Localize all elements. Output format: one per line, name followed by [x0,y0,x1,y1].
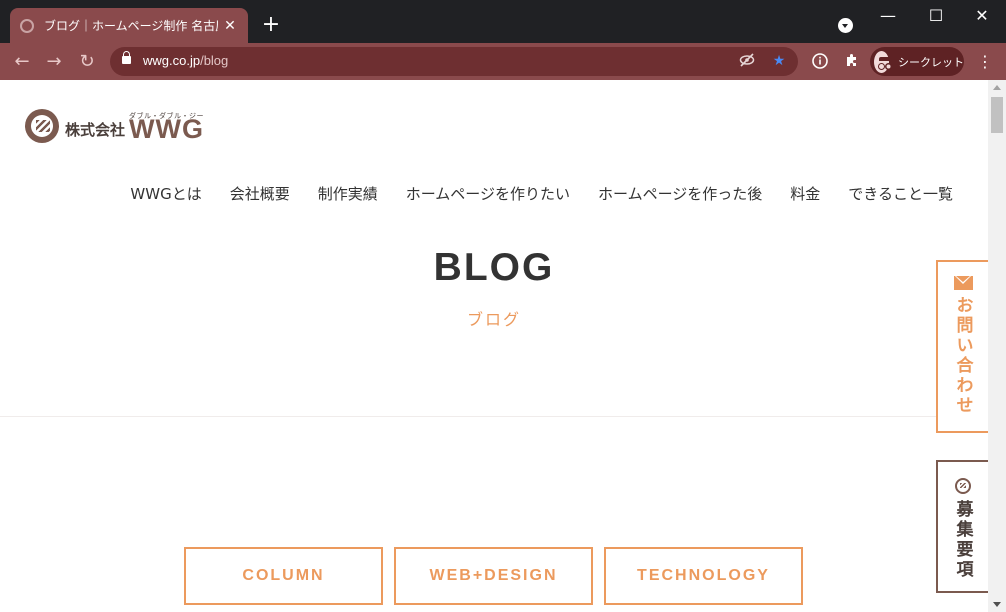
contact-side-tab[interactable]: お問い合わせ [936,260,988,433]
category-technology-button[interactable]: TECHNOLOGY [604,547,803,605]
back-icon[interactable]: ← [10,50,34,74]
url-host: wwg.co.jp [143,53,201,68]
browser-toolbar: ← → ↻ wwg.co.jp/blog ★ シークレット ⋮ [0,43,1006,80]
logo-company: 株式会社 [65,121,126,139]
scroll-down-icon[interactable] [988,598,1006,610]
info-icon[interactable] [810,52,830,72]
address-bar[interactable]: wwg.co.jp/blog ★ [110,47,798,76]
forward-icon[interactable]: → [42,50,66,74]
new-tab-button[interactable]: + [259,13,283,37]
nav-item-want-homepage[interactable]: ホームページを作りたい [406,183,570,204]
logo-ruby: ダブル・ダブル・ジー [129,113,205,120]
incognito-label: シークレット [898,55,964,69]
nav-item-company[interactable]: 会社概要 [230,183,290,204]
recruit-side-tab[interactable]: 募集要項 [936,460,988,593]
nav-item-about[interactable]: WWGとは [130,183,201,204]
tab-title: ブログ｜ホームページ制作 名古屋 愛 [44,19,218,33]
tab-search-icon[interactable] [838,18,853,33]
recruit-logo-icon [955,478,971,494]
maximize-button[interactable]: ☐ [921,4,951,28]
url-path: /blog [200,53,229,68]
minimize-button[interactable]: — [873,4,903,28]
logo-wordmark: ダブル・ダブル・ジー WWG [129,113,204,143]
reload-icon[interactable]: ↻ [75,50,99,74]
window-close-button[interactable]: ✕ [967,4,997,28]
url-text[interactable]: wwg.co.jp/blog [143,53,228,68]
eye-off-icon[interactable] [738,52,756,70]
page-title: BLOG [433,246,555,289]
page-scrollbar[interactable] [988,80,1006,612]
nav-item-services[interactable]: できること一覧 [848,183,953,204]
incognito-indicator[interactable]: シークレット [870,47,964,76]
page-viewport: 株式会社 ダブル・ダブル・ジー WWG WWGとは 会社概要 制作実績 ホームペ… [0,80,988,612]
tab-close-button[interactable]: ✕ [222,18,238,34]
recruit-label: 募集要項 [952,500,973,580]
divider [0,416,988,417]
category-buttons: COLUMN WEB+DESIGN TECHNOLOGY [184,547,803,605]
extensions-icon[interactable] [842,52,862,72]
page-subtitle: ブログ [466,310,521,329]
logo-mark-icon [25,109,59,143]
scroll-up-icon[interactable] [988,82,1006,94]
incognito-icon [874,50,891,73]
category-web-design-button[interactable]: WEB+DESIGN [394,547,593,605]
nav-item-after-homepage[interactable]: ホームページを作った後 [598,183,762,204]
mail-icon [953,276,973,290]
site-logo[interactable]: 株式会社 ダブル・ダブル・ジー WWG [25,107,204,143]
scroll-thumb[interactable] [991,97,1003,133]
lock-icon[interactable] [122,51,131,64]
browser-tab[interactable]: ブログ｜ホームページ制作 名古屋 愛 ✕ [10,8,248,43]
nav-item-works[interactable]: 制作実績 [318,183,378,204]
favicon-icon [20,18,34,33]
menu-icon[interactable]: ⋮ [975,52,995,72]
star-icon[interactable]: ★ [770,52,788,70]
tab-strip: ブログ｜ホームページ制作 名古屋 愛 ✕ + — ☐ ✕ [0,0,1006,43]
global-nav: WWGとは 会社概要 制作実績 ホームページを作りたい ホームページを作った後 … [130,183,953,204]
category-column-button[interactable]: COLUMN [184,547,383,605]
contact-label: お問い合わせ [952,296,973,416]
nav-item-price[interactable]: 料金 [790,183,820,204]
